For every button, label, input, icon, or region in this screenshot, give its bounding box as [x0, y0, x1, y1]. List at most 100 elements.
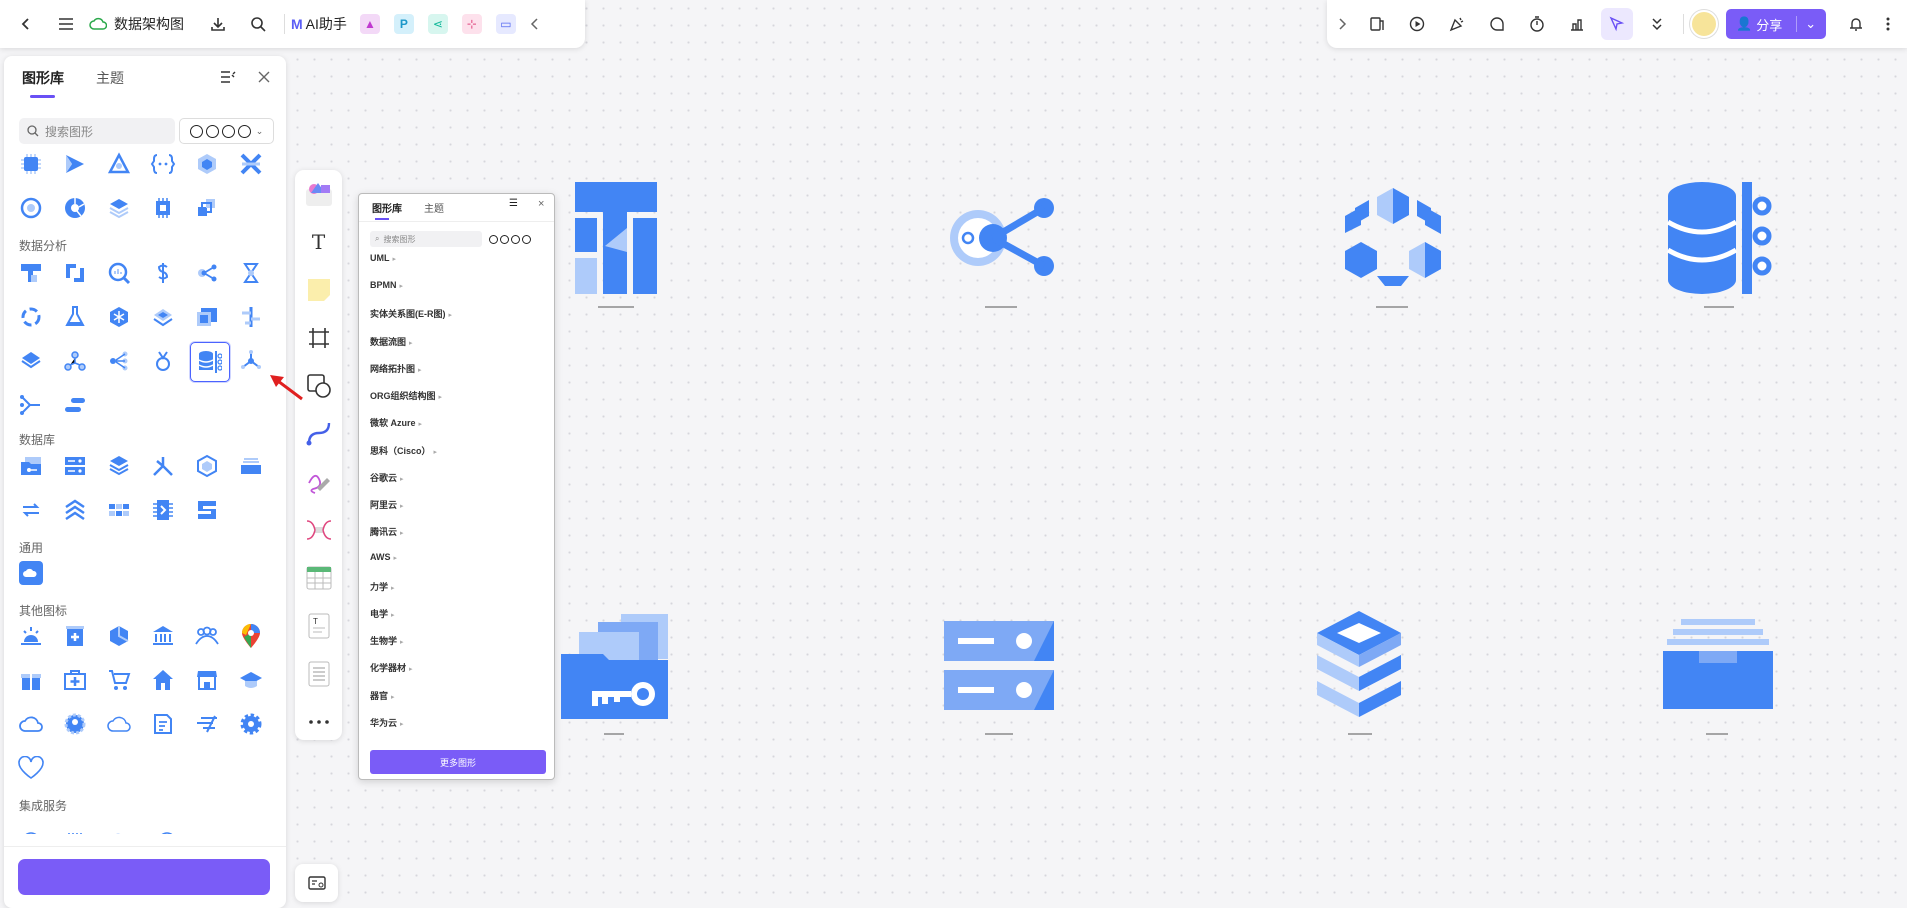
molecule-icon[interactable]: [58, 344, 92, 378]
flask-icon[interactable]: [58, 300, 92, 334]
target-icon[interactable]: [14, 191, 48, 225]
back-icon[interactable]: [6, 4, 46, 44]
hexagon-gem-icon[interactable]: [102, 619, 136, 653]
list-doc-icon[interactable]: [295, 650, 342, 698]
settings-person-icon[interactable]: [58, 707, 92, 741]
branch-icon[interactable]: [234, 300, 268, 334]
text-doc-icon[interactable]: T: [295, 602, 342, 650]
popup-category-item[interactable]: 谷歌云 ▸: [370, 471, 404, 484]
comment-icon[interactable]: [1477, 4, 1517, 44]
chip-icon[interactable]: [14, 147, 48, 181]
cart-icon[interactable]: [102, 663, 136, 697]
library-manage-icon[interactable]: [220, 70, 236, 89]
vote-icon[interactable]: [1557, 4, 1597, 44]
ppt-icon[interactable]: P: [393, 14, 414, 34]
magnify-chart-icon[interactable]: [102, 256, 136, 290]
popup-more-shapes-button[interactable]: 更多图形: [370, 750, 546, 774]
close-icon[interactable]: [258, 70, 270, 88]
puzzle-blocks-icon[interactable]: [190, 191, 224, 225]
canvas-stack-layers-shape[interactable]: [1317, 611, 1401, 719]
canvas-database-shape[interactable]: [1666, 182, 1772, 294]
drawer-icon[interactable]: [234, 449, 268, 483]
popup-category-item[interactable]: BPMN ▸: [370, 280, 403, 290]
sticky-note-icon[interactable]: [295, 266, 342, 314]
bell-icon[interactable]: [1836, 4, 1876, 44]
person-ring-icon[interactable]: [146, 344, 180, 378]
diamond-layers-icon[interactable]: [146, 300, 180, 334]
cube-hex-icon[interactable]: [190, 147, 224, 181]
pen-tool-icon[interactable]: [295, 458, 342, 506]
popup-category-item[interactable]: AWS ▸: [370, 552, 397, 562]
popup-category-item[interactable]: 腾讯云 ▸: [370, 525, 404, 538]
timer-icon[interactable]: [1517, 4, 1557, 44]
folder-key-icon[interactable]: [14, 449, 48, 483]
minimap-button[interactable]: [295, 864, 338, 902]
cycle-icon[interactable]: [14, 300, 48, 334]
tab-shape-library[interactable]: 图形库: [22, 68, 64, 98]
hub-spokes-icon[interactable]: [234, 344, 268, 378]
arrow-shape-icon[interactable]: [58, 147, 92, 181]
download-icon[interactable]: [198, 4, 238, 44]
image-gen-icon[interactable]: ▲: [359, 14, 380, 34]
popup-tab-theme[interactable]: 主题: [424, 200, 444, 215]
ai-assistant-button[interactable]: M AI助手: [291, 14, 347, 34]
bigquery-shape-icon[interactable]: [14, 256, 48, 290]
more-tools-dots-icon[interactable]: [295, 698, 342, 746]
collapse-left-icon[interactable]: [523, 4, 547, 44]
database-shape-selected-icon[interactable]: [190, 342, 230, 382]
document-edit-icon[interactable]: [146, 707, 180, 741]
cloud-thin-icon[interactable]: [102, 707, 136, 741]
tab-theme[interactable]: 主题: [96, 68, 124, 98]
tripod-icon[interactable]: [146, 449, 180, 483]
memory-chip-icon[interactable]: [146, 493, 180, 527]
template-icon[interactable]: [1357, 4, 1397, 44]
s-block-icon[interactable]: [190, 493, 224, 527]
cross-icon[interactable]: [234, 147, 268, 181]
cloud-outline-icon[interactable]: [14, 707, 48, 741]
search-icon[interactable]: [238, 4, 278, 44]
popup-manage-icon[interactable]: ☰: [509, 198, 518, 209]
more-menu-icon[interactable]: [1876, 4, 1900, 44]
server-rack-icon[interactable]: [58, 449, 92, 483]
sync-arrows-icon[interactable]: [14, 493, 48, 527]
team-icon[interactable]: [190, 619, 224, 653]
connector-tool-icon[interactable]: [295, 410, 342, 458]
speed-lines-icon[interactable]: [190, 707, 224, 741]
map-pin-icon[interactable]: [234, 619, 268, 653]
canvas-folder-key-shape[interactable]: [561, 614, 668, 719]
frame-tool-icon[interactable]: [295, 314, 342, 362]
popup-style-select[interactable]: [483, 231, 545, 247]
popup-tab-library[interactable]: 图形库: [372, 200, 402, 215]
popup-close-icon[interactable]: ×: [538, 198, 544, 210]
menu-icon[interactable]: [46, 4, 86, 44]
hex-layers-icon[interactable]: [190, 449, 224, 483]
shape-search-input[interactable]: 搜索图形: [19, 118, 175, 144]
popup-category-item[interactable]: 化学器材 ▸: [370, 661, 413, 674]
popup-category-item[interactable]: 微软 Azure ▸: [370, 416, 422, 429]
popup-category-item[interactable]: 器官 ▸: [370, 689, 395, 702]
present-icon[interactable]: [1397, 4, 1437, 44]
mindmap-tool-icon[interactable]: [295, 506, 342, 554]
share-dropdown-icon[interactable]: ⌄: [1796, 16, 1816, 32]
expand-right-icon[interactable]: [1327, 4, 1357, 44]
popup-category-item[interactable]: 思科（Cisco） ▸: [370, 444, 437, 457]
snowflake-cube-icon[interactable]: [102, 300, 136, 334]
timeline-bars-icon[interactable]: [58, 388, 92, 422]
popup-category-item[interactable]: UML ▸: [370, 253, 396, 263]
canvas-share-nodes-shape[interactable]: [948, 198, 1054, 276]
chevron-stack-icon[interactable]: [58, 493, 92, 527]
popup-category-item[interactable]: 力学 ▸: [370, 580, 395, 593]
chat-icon[interactable]: ▭: [495, 14, 516, 34]
gift-icon[interactable]: [14, 663, 48, 697]
monitor-chart-icon[interactable]: [190, 300, 224, 334]
popup-category-item[interactable]: 生物学 ▸: [370, 634, 404, 647]
sunrise-icon[interactable]: [14, 619, 48, 653]
document-title[interactable]: 数据架构图: [114, 14, 184, 34]
template-library-icon[interactable]: [295, 170, 342, 218]
cloud-box-icon[interactable]: [14, 556, 48, 590]
share-nodes-icon[interactable]: [190, 256, 224, 290]
diamond-stack-icon[interactable]: [14, 344, 48, 378]
layers-hex-icon[interactable]: [102, 191, 136, 225]
text-tool-icon[interactable]: T: [295, 218, 342, 266]
gear-icon[interactable]: [234, 707, 268, 741]
